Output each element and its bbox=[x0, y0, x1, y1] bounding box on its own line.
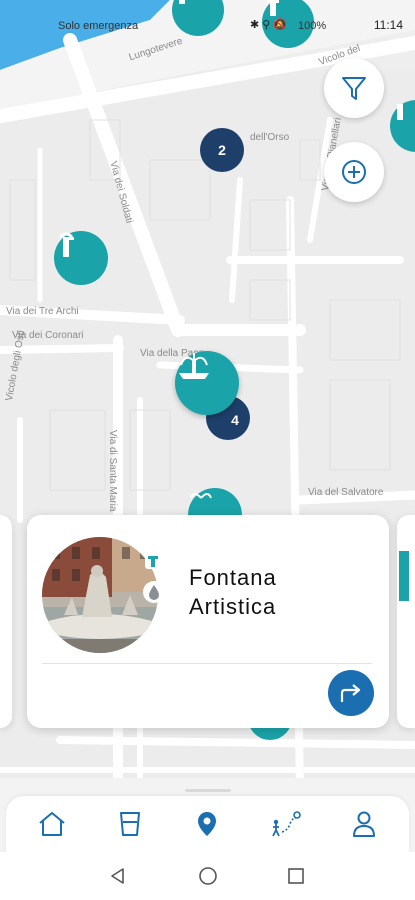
fountain-title: Fontana Artistica bbox=[189, 565, 277, 619]
water-badge bbox=[143, 581, 165, 603]
fountain-type-badge bbox=[145, 553, 161, 569]
nav-map[interactable] bbox=[189, 806, 225, 842]
street-label: Via dei Tre Archi bbox=[6, 306, 79, 317]
profile-icon bbox=[353, 811, 375, 837]
sheet-handle[interactable] bbox=[185, 789, 231, 792]
next-card-peek[interactable] bbox=[397, 515, 415, 728]
map-pin-icon bbox=[198, 812, 216, 836]
back-button[interactable] bbox=[108, 866, 128, 886]
back-triangle-icon bbox=[111, 868, 124, 884]
recents-button[interactable] bbox=[286, 866, 306, 886]
nav-glass[interactable] bbox=[112, 806, 148, 842]
route-icon bbox=[272, 811, 301, 837]
bottom-navigation bbox=[6, 796, 409, 852]
artistic-fountain-icon bbox=[179, 353, 209, 379]
home-circle-icon bbox=[199, 867, 217, 885]
fountain-photo bbox=[42, 537, 158, 653]
nav-home[interactable] bbox=[34, 806, 70, 842]
nav-profile[interactable] bbox=[346, 806, 382, 842]
home-icon bbox=[39, 812, 65, 836]
street-label: dell'Orso bbox=[250, 132, 290, 143]
add-location-icon bbox=[342, 160, 366, 184]
add-location-button[interactable] bbox=[324, 142, 384, 202]
status-icons: ✱ ⚲ 🔕 bbox=[250, 19, 288, 31]
filter-icon bbox=[342, 77, 366, 100]
fountain-card[interactable]: Fontana Artistica bbox=[27, 515, 389, 728]
previous-card-peek[interactable] bbox=[0, 515, 12, 728]
filter-button[interactable] bbox=[324, 58, 384, 118]
artistic-fountain-icon bbox=[190, 493, 212, 499]
cluster-count: 2 bbox=[218, 142, 226, 158]
fountain-icon bbox=[148, 556, 158, 567]
water-drop-icon bbox=[149, 585, 159, 600]
status-bar: Solo emergenza ✱ ⚲ 🔕 100% 11:14 bbox=[0, 0, 415, 44]
selected-fountain-marker[interactable] bbox=[175, 351, 239, 415]
directions-button[interactable] bbox=[328, 670, 374, 716]
drinking-fountain-icon bbox=[397, 104, 403, 120]
card-divider bbox=[42, 663, 372, 664]
system-navigation-bar bbox=[0, 852, 415, 900]
fountain-marker[interactable] bbox=[54, 231, 108, 285]
glass-icon bbox=[120, 812, 140, 836]
clock: 11:14 bbox=[373, 18, 403, 32]
carrier-text: Solo emergenza bbox=[58, 20, 139, 32]
cluster-marker[interactable]: 2 bbox=[200, 128, 244, 172]
directions-arrow-icon bbox=[340, 684, 361, 702]
home-button[interactable] bbox=[198, 866, 218, 886]
street-label: Via di Santa Maria bbox=[107, 430, 118, 512]
drinking-fountain-icon bbox=[58, 232, 74, 257]
recents-square-icon bbox=[288, 868, 304, 884]
cluster-count: 4 bbox=[231, 412, 239, 428]
nav-route[interactable] bbox=[268, 806, 304, 842]
street-label: Via del Salvatore bbox=[308, 487, 384, 498]
fountain-photo-image bbox=[42, 537, 158, 653]
battery-level: 100% bbox=[298, 20, 327, 32]
next-card-photo bbox=[399, 551, 409, 601]
